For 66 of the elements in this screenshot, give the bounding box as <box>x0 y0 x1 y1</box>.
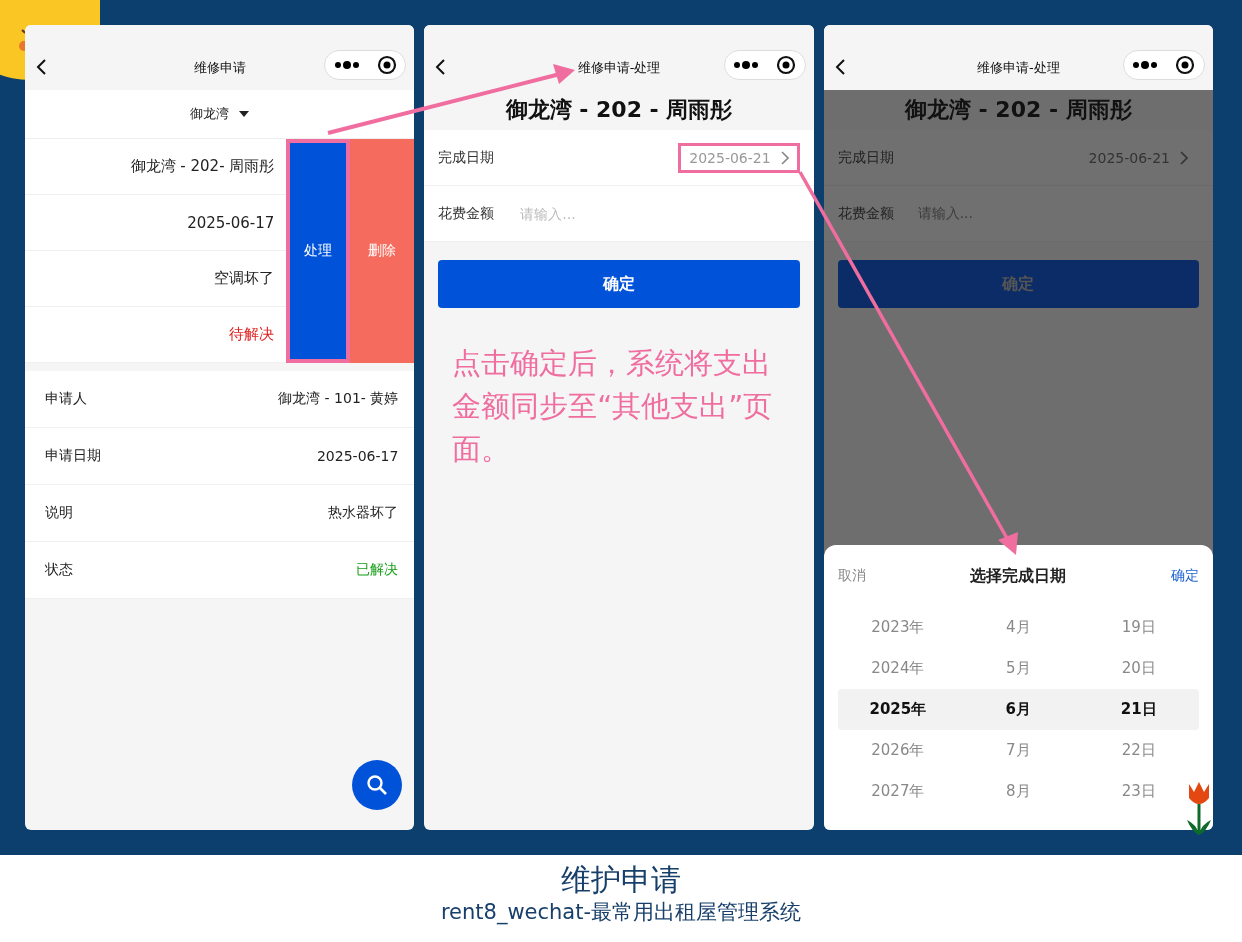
confirm-button[interactable]: 确定 <box>438 260 800 308</box>
chevron-icon <box>780 150 789 165</box>
caption-subtitle: rent8_wechat-最常用出租屋管理系统 <box>440 899 802 925</box>
more-icon[interactable] <box>1132 60 1159 70</box>
field-label: 申请日期 <box>45 447 101 465</box>
target-icon[interactable] <box>376 55 397 75</box>
capsule-menu[interactable] <box>324 50 407 80</box>
back-icon[interactable] <box>35 58 47 76</box>
back-icon[interactable] <box>434 58 447 76</box>
chevron-icon <box>1180 150 1188 165</box>
field-label: 说明 <box>45 504 73 522</box>
field-label: 完成日期 <box>438 148 496 167</box>
search-icon <box>366 774 388 796</box>
record-value: 御龙湾 - 202- 周雨彤 <box>130 157 275 176</box>
field-label: 申请人 <box>45 390 87 408</box>
picker-option[interactable]: 2025年 <box>869 689 927 730</box>
field-value: 已解决 <box>356 561 399 579</box>
picker-option[interactable]: 21日 <box>1120 689 1157 730</box>
field-label: 花费金额 <box>837 204 895 223</box>
picker-option[interactable]: 2027年 <box>871 771 925 812</box>
picker-option[interactable]: 20日 <box>1121 648 1156 689</box>
picker-option[interactable]: 7月 <box>1006 730 1031 771</box>
picker-option[interactable]: 4月 <box>1006 607 1031 648</box>
record-card[interactable]: 申请人 御龙湾 - 101- 黄婷 申请日期 2025-06-17 说明 热水器坏了 状态 已解决 <box>25 371 415 599</box>
field-label: 花费金额 <box>438 204 496 223</box>
annotation-text: 点击确定后，系统将支出金额同步至“其他支出”页面。 <box>452 345 774 468</box>
page-title: 维修申请 <box>193 58 246 77</box>
back-icon[interactable] <box>833 58 846 76</box>
picker-option[interactable]: 2024年 <box>871 648 925 689</box>
picker-option[interactable]: 2026年 <box>871 730 925 771</box>
picker-option[interactable]: 5月 <box>1006 648 1031 689</box>
picker-option[interactable]: 23日 <box>1121 771 1156 812</box>
field-value: 热水器坏了 <box>328 504 399 522</box>
amount-input[interactable]: 请输入... <box>518 204 800 223</box>
caption-title: 维护申请 <box>561 861 681 899</box>
picker-option[interactable]: 6月 <box>1005 689 1032 730</box>
picker-option[interactable]: 8月 <box>1006 771 1031 812</box>
field-value: 御龙湾 - 101- 黄婷 <box>278 390 399 408</box>
page-title: 维修申请-处理 <box>577 58 661 77</box>
record-value: 2025-06-17 <box>187 213 275 232</box>
date-picker-field[interactable]: 2025-06-21 <box>678 142 800 173</box>
capsule-menu[interactable] <box>1123 50 1205 80</box>
delete-button[interactable]: 删除 <box>350 139 415 363</box>
field-label: 完成日期 <box>837 148 895 167</box>
record-value: 待解决 <box>229 325 275 344</box>
field-label: 状态 <box>45 561 73 579</box>
ok-button[interactable]: 确定 <box>1170 567 1199 585</box>
caret-icon <box>239 111 250 117</box>
picker-option[interactable]: 2023年 <box>871 607 925 648</box>
tulip-drawing <box>1184 780 1214 836</box>
record-value: 空调坏了 <box>214 269 275 288</box>
page-title: 维修申请-处理 <box>976 58 1060 77</box>
sheet-title: 选择完成日期 <box>970 565 1067 587</box>
more-icon[interactable] <box>333 60 360 70</box>
process-button[interactable]: 处理 <box>286 139 351 363</box>
capsule-menu[interactable] <box>723 50 806 80</box>
cancel-button[interactable]: 取消 <box>837 567 866 585</box>
more-icon[interactable] <box>733 60 760 70</box>
target-icon[interactable] <box>1175 55 1196 75</box>
community-dropdown[interactable]: 御龙湾 <box>25 90 415 139</box>
field-value: 2025-06-17 <box>316 448 399 464</box>
picker-option[interactable]: 19日 <box>1121 607 1156 648</box>
picker-option[interactable]: 22日 <box>1121 730 1156 771</box>
search-button[interactable] <box>352 760 402 810</box>
target-icon[interactable] <box>776 55 797 75</box>
date-picker-field[interactable]: 2025-06-21 <box>1077 142 1199 173</box>
